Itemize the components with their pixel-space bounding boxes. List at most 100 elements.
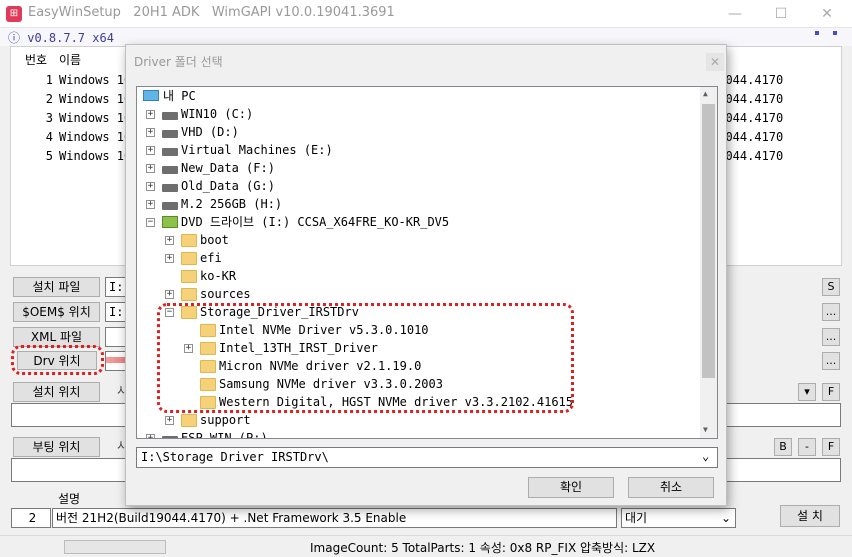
tree-item-boot[interactable]: + boot — [137, 231, 697, 249]
boot-location-button[interactable]: 부팅 위치 — [13, 437, 100, 457]
xml-file-button[interactable]: XML 파일 — [13, 327, 100, 347]
boot-f-button[interactable]: F — [822, 438, 840, 456]
scroll-down-icon[interactable]: ▼ — [703, 425, 708, 434]
expand-icon[interactable]: + — [146, 182, 155, 191]
tree-item-drive-f[interactable]: + New_Data (F:) — [137, 159, 697, 177]
annotation-highlight — [11, 345, 104, 375]
drive-icon — [162, 148, 178, 156]
column-header-name[interactable]: 이름 — [59, 51, 81, 68]
tree-item-efi[interactable]: + efi — [137, 249, 697, 267]
computer-icon — [143, 90, 159, 101]
install-location-button[interactable]: 설치 위치 — [13, 382, 100, 402]
tree-label: New_Data (F:) — [181, 161, 275, 175]
drive-icon — [162, 166, 178, 174]
folder-path-combo[interactable]: I:\Storage Driver IRSTDrv\ ⌄ — [136, 447, 718, 468]
s-button[interactable]: S — [822, 278, 840, 296]
tree-label: boot — [200, 233, 229, 247]
dot-icon[interactable] — [815, 31, 819, 35]
row-name: Windows 10 — [59, 130, 132, 144]
tree-item-drive-h[interactable]: + M.2 256GB (H:) — [137, 195, 697, 213]
window-title: EasyWinSetup 20H1 ADK WimGAPI v10.0.1904… — [28, 5, 395, 20]
folder-icon — [181, 414, 197, 427]
expand-icon[interactable]: + — [165, 236, 174, 245]
expand-icon[interactable]: + — [165, 416, 174, 425]
drive-icon — [162, 184, 178, 192]
folder-tree[interactable]: 내 PC + WIN10 (C:) + VHD (D:) + Virtual M… — [136, 86, 718, 439]
install-dropdown-button[interactable]: ▾ — [798, 383, 816, 401]
row-name: Windows 10 — [59, 92, 132, 106]
minimize-button[interactable]: — — [712, 2, 758, 26]
tree-item-drive-g[interactable]: + Old_Data (G:) — [137, 177, 697, 195]
xml-browse-button[interactable]: ... — [822, 328, 840, 346]
dialog-title: Driver 폴더 선택 — [134, 55, 223, 69]
tree-item-drive-d[interactable]: + VHD (D:) — [137, 123, 697, 141]
tree-item-drive-c[interactable]: + WIN10 (C:) — [137, 105, 697, 123]
scroll-up-icon[interactable]: ▲ — [703, 89, 708, 98]
chevron-down-icon: ⌄ — [720, 511, 731, 525]
description-number-field[interactable]: 2 — [11, 508, 51, 528]
install-button[interactable]: 설 치 — [780, 505, 840, 527]
drv-browse-button[interactable]: ... — [822, 352, 840, 370]
tree-item-drive-e[interactable]: + Virtual Machines (E:) — [137, 141, 697, 159]
close-button[interactable]: ✕ — [804, 2, 850, 26]
row-number: 5 — [45, 149, 53, 163]
boot-minus-button[interactable]: - — [798, 438, 816, 456]
expand-icon[interactable]: + — [146, 110, 155, 119]
chevron-down-icon[interactable]: ⌄ — [702, 449, 709, 463]
status-combo-value: 대기 — [625, 511, 648, 525]
status-combo[interactable]: 대기 ⌄ — [621, 508, 736, 528]
expand-icon[interactable]: + — [146, 146, 155, 155]
setup-file-button[interactable]: 설치 파일 — [13, 277, 100, 297]
cancel-button[interactable]: 취소 — [628, 477, 714, 498]
tree-label: WIN10 (C:) — [181, 107, 254, 121]
tree-item-ko-kr[interactable]: ko-KR — [137, 267, 697, 285]
version-label: ⓘ v0.8.7.7 x64 — [8, 31, 114, 45]
row-number: 4 — [45, 130, 53, 144]
collapse-icon[interactable]: − — [146, 218, 155, 227]
dialog-close-icon[interactable]: ✕ — [706, 53, 724, 71]
tree-scrollbar[interactable]: ▲ ▼ — [700, 87, 717, 438]
row-number: 1 — [45, 73, 53, 87]
maximize-button[interactable]: ☐ — [758, 2, 804, 26]
row-number: 2 — [45, 92, 53, 106]
install-f-button[interactable]: F — [822, 383, 840, 401]
expand-icon[interactable]: + — [165, 290, 174, 299]
tree-item-my-pc[interactable]: 내 PC — [137, 87, 697, 105]
expand-icon[interactable]: + — [146, 200, 155, 209]
oem-location-button[interactable]: $OEM$ 위치 — [13, 302, 100, 322]
tree-item-support[interactable]: + support — [137, 411, 697, 429]
scrollbar-thumb[interactable] — [702, 104, 715, 378]
tree-item-sources[interactable]: + sources — [137, 285, 697, 303]
folder-icon — [181, 252, 197, 265]
expand-icon[interactable]: + — [165, 254, 174, 263]
tree-label: Old_Data (G:) — [181, 179, 275, 193]
boot-b-button[interactable]: B — [774, 438, 792, 456]
drive-icon — [162, 130, 178, 138]
drive-icon — [162, 112, 178, 120]
drive-icon — [162, 202, 178, 210]
row-number: 3 — [45, 111, 53, 125]
folder-icon — [181, 234, 197, 247]
description-label: 설명 — [58, 492, 81, 506]
tree-label: sources — [200, 287, 251, 301]
oem-browse-button[interactable]: ... — [822, 303, 840, 321]
drive-icon — [162, 436, 178, 438]
tree-label: 내 PC — [163, 89, 196, 103]
description-field[interactable]: 버전 21H2(Build19044.4170) + .Net Framewor… — [52, 508, 617, 528]
tree-label: efi — [200, 251, 222, 265]
expand-icon[interactable]: + — [146, 128, 155, 137]
progress-bar — [64, 540, 166, 554]
folder-icon — [181, 270, 197, 283]
tree-label: VHD (D:) — [181, 125, 239, 139]
row-name: Windows 10 — [59, 149, 132, 163]
expand-icon[interactable]: + — [146, 164, 155, 173]
column-header-number[interactable]: 번호 — [25, 51, 47, 68]
tree-label: ko-KR — [200, 269, 237, 283]
tree-item-esp-win[interactable]: + ESP_WIN (P:) — [137, 429, 697, 438]
expand-icon[interactable]: + — [146, 434, 155, 438]
dot-icon[interactable] — [833, 31, 837, 35]
ok-button[interactable]: 확인 — [528, 477, 614, 498]
tree-item-dvd-drive[interactable]: − DVD 드라이브 (I:) CCSA_X64FRE_KO-KR_DV5 — [137, 213, 697, 231]
status-text: ImageCount: 5 TotalParts: 1 속성: 0x8 RP_F… — [310, 541, 656, 555]
row-name: Windows 10 — [59, 111, 132, 125]
